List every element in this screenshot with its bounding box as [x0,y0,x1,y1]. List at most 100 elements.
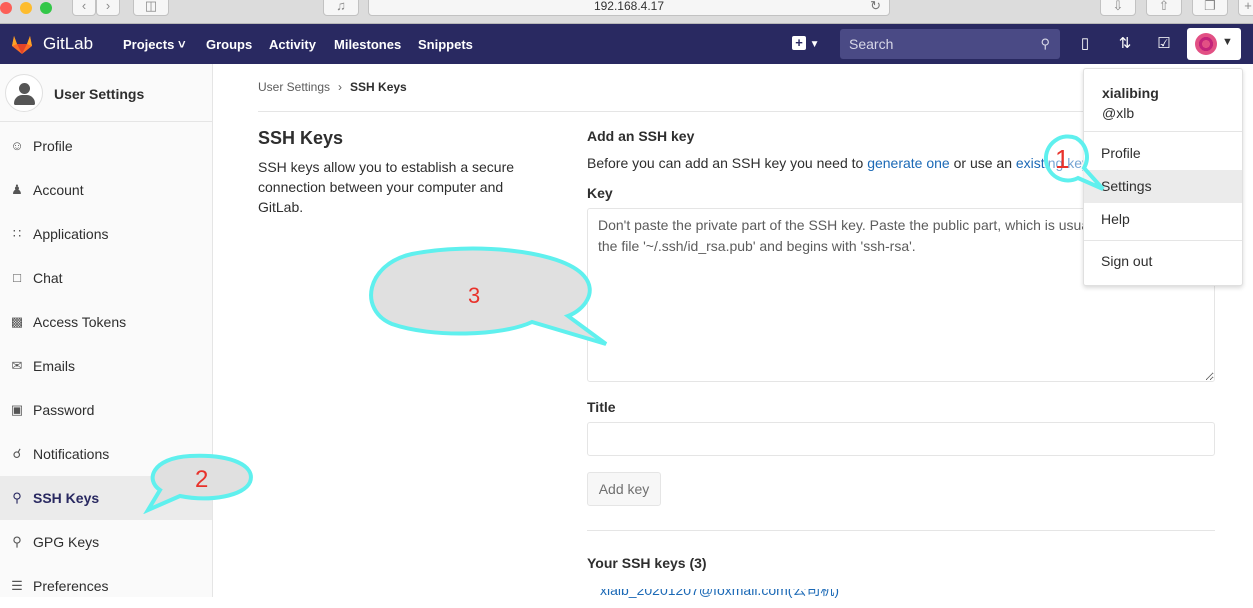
user-menu-toggle[interactable]: ▼ [1187,28,1241,60]
tabs-button[interactable]: ❐ [1192,0,1228,16]
todos-panel-icon[interactable]: ▯ [1076,35,1094,53]
ssh-key-list-item[interactable]: xialb_20201207@foxmail.com(公司机) [600,589,870,599]
menu-item-sign-out[interactable]: Sign out [1084,245,1242,278]
sidebar-item-access-tokens[interactable]: ▩ Access Tokens [0,300,212,344]
search-box: ⚲ [840,29,1060,59]
bell-icon: ☌ [12,446,22,461]
your-ssh-keys-heading: Your SSH keys (3) [587,555,707,571]
merge-request-icon[interactable]: ⇅ [1116,35,1134,53]
sidebar-item-applications[interactable]: ∷ Applications [0,212,212,256]
title-label: Title [587,399,616,415]
page-title: SSH Keys [258,128,344,148]
nav-groups[interactable]: Groups [206,37,252,52]
user-avatar-icon [5,74,43,112]
search-input[interactable] [840,29,1030,59]
token-icon: ▩ [10,314,24,329]
add-key-heading: Add an SSH key [587,128,695,144]
ssh-key-title-link[interactable]: xialb_20201207@foxmail.com(公司机) [600,589,870,599]
sidebar-item-gpg-keys[interactable]: ⚲ GPG Keys [0,520,212,564]
user-handle: @xlb [1102,105,1135,121]
lock-icon: ▣ [10,402,24,417]
user-dropdown-menu: xialibing @xlb Profile Settings Help Sig… [1083,68,1243,286]
sidebar-title: User Settings [54,86,145,102]
avatar [1195,33,1217,55]
callout-3: 3 [369,246,608,346]
reader-button[interactable]: ♫ [323,0,359,16]
divider [587,530,1215,531]
desc-text: Before you can add an SSH key you need t… [587,155,868,171]
sidebar-item-label: Access Tokens [33,314,127,330]
plus-square-icon: + [792,36,806,50]
add-key-button[interactable]: Add key [587,472,661,506]
zoom-window-button[interactable] [40,2,52,14]
divider [1084,131,1242,132]
sidebar-item-label: Applications [33,226,109,242]
breadcrumb-user-settings[interactable]: User Settings [258,80,330,94]
sidebar-item-preferences[interactable]: ☰ Preferences [0,564,212,608]
generate-one-link[interactable]: generate one [867,155,950,171]
comment-icon: □ [13,270,21,285]
url-text: 192.168.4.17 [593,0,665,13]
tabs-icon: ❐ [1204,0,1216,13]
sidebar-item-emails[interactable]: ✉ Emails [0,344,212,388]
new-item-button[interactable]: + ▼ [792,35,824,53]
sidebar-item-password[interactable]: ▣ Password [0,388,212,432]
back-button[interactable]: ‹ [72,0,96,16]
search-icon[interactable]: ⚲ [1040,36,1050,52]
brand-name[interactable]: GitLab [43,34,93,54]
key-label: Key [587,185,613,201]
address-bar[interactable]: 192.168.4.17 ↻ [368,0,890,16]
envelope-icon: ✉ [11,358,23,373]
downloads-button[interactable]: ⇩ [1100,0,1136,16]
breadcrumb-current[interactable]: SSH Keys [350,80,407,94]
gitlab-logo-icon[interactable] [10,32,34,56]
menu-item-help[interactable]: Help [1084,203,1242,236]
sidebar-icon: ◫ [144,0,158,13]
breadcrumb: User Settings › SSH Keys [258,80,407,94]
sidebar-item-chat[interactable]: □ Chat [0,256,212,300]
sidebar-item-notifications[interactable]: ☌ Notifications [0,432,212,476]
existing-key-link[interactable]: existing key [1016,155,1087,171]
desc-text: or use an [949,155,1016,171]
nav-milestones[interactable]: Milestones [334,37,401,52]
menu-item-profile[interactable]: Profile [1084,137,1242,170]
menu-item-settings[interactable]: Settings [1084,170,1242,203]
forward-button[interactable]: › [96,0,120,16]
chevron-right-icon: › [105,0,111,13]
user-display-name: xialibing [1102,85,1159,101]
sidebar-item-label: Emails [33,358,76,374]
key-icon: ⚲ [12,534,22,549]
nav-snippets[interactable]: Snippets [418,37,473,52]
sidebar-item-label: SSH Keys [33,490,100,506]
todo-check-icon[interactable]: ☑ [1155,35,1173,53]
sidebar-item-ssh-keys[interactable]: ⚲ SSH Keys [0,476,212,520]
chevron-down-icon: ▼ [1222,36,1233,48]
download-icon: ⇩ [1112,0,1124,13]
sidebar-header: User Settings [0,64,212,122]
sidebar-item-label: GPG Keys [33,534,100,550]
divider [1084,240,1242,241]
nav-activity[interactable]: Activity [269,37,316,52]
sidebar-item-label: Notifications [33,446,110,462]
users-icon: ♟ [11,182,23,197]
sidebar-toggle-button[interactable]: ◫ [133,0,169,16]
close-window-button[interactable] [0,2,12,14]
sidebar-item-label: Chat [33,270,63,286]
nav-projects-label: Projects [123,37,175,52]
title-field[interactable] [587,422,1215,456]
sliders-icon: ☰ [11,578,23,593]
add-key-description: Before you can add an SSH key you need t… [587,155,1087,171]
divider [258,111,1215,112]
sidebar-item-label: Account [33,182,84,198]
sidebar-item-profile[interactable]: ☺ Profile [0,124,212,168]
share-button[interactable]: ⇧ [1146,0,1182,16]
reload-icon[interactable]: ↻ [870,0,881,15]
nav-projects[interactable]: Projects ˅ [123,37,186,52]
extension-icon: ♫ [336,0,346,13]
top-navbar: GitLab Projects ˅ Groups Activity Milest… [0,24,1253,64]
minimize-window-button[interactable] [20,2,32,14]
chevron-down-icon: ▼ [809,39,820,50]
section-description: SSH keys allow you to establish a secure… [258,159,515,215]
sidebar-item-account[interactable]: ♟ Account [0,168,212,212]
new-tab-button[interactable]: + [1238,0,1253,16]
